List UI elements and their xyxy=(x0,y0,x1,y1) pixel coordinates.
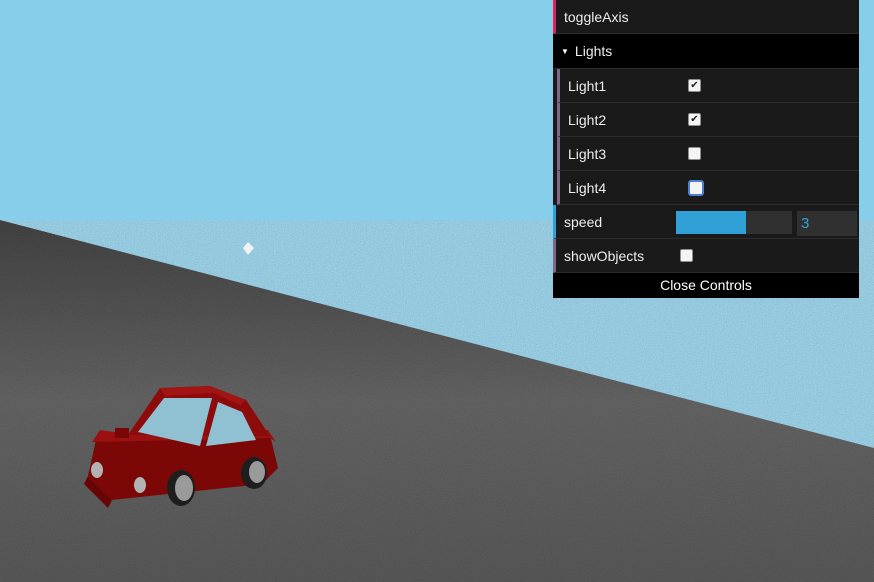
light2-checkbox[interactable]: ✔ xyxy=(688,113,701,126)
light4-row[interactable]: Light4 xyxy=(557,171,859,205)
show-objects-row[interactable]: showObjects xyxy=(553,239,859,273)
light4-checkbox[interactable] xyxy=(688,179,704,196)
lights-folder-title[interactable]: ▼ Lights xyxy=(553,34,859,69)
light3-row[interactable]: Light3 xyxy=(557,137,859,171)
lights-folder-body: Light1 ✔ Light2 ✔ Light3 Light4 xyxy=(553,69,859,205)
light1-checkbox[interactable]: ✔ xyxy=(688,79,701,92)
light2-label: Light2 xyxy=(568,111,607,128)
speed-row: speed 3 xyxy=(553,205,859,239)
close-controls-button[interactable]: Close Controls xyxy=(553,273,859,298)
light4-label: Light4 xyxy=(568,179,607,196)
speed-label: speed xyxy=(564,213,603,230)
light1-row[interactable]: Light1 ✔ xyxy=(557,69,859,103)
light3-label: Light3 xyxy=(568,145,607,162)
lights-folder-label: Lights xyxy=(574,43,613,59)
speed-input[interactable]: 3 xyxy=(797,211,857,236)
caret-down-icon: ▼ xyxy=(561,46,569,56)
dat-gui-panel: toggleAxis ▼ Lights Light1 ✔ Light2 ✔ Li… xyxy=(553,0,859,298)
light2-row[interactable]: Light2 ✔ xyxy=(557,103,859,137)
speed-slider-fill xyxy=(676,211,746,234)
toggle-axis-button[interactable]: toggleAxis xyxy=(553,0,859,34)
show-objects-checkbox[interactable] xyxy=(680,249,693,262)
show-objects-label: showObjects xyxy=(564,247,645,264)
toggle-axis-label: toggleAxis xyxy=(564,8,629,25)
speed-slider[interactable] xyxy=(676,211,792,234)
light3-checkbox[interactable] xyxy=(688,147,701,160)
light1-label: Light1 xyxy=(568,77,607,94)
